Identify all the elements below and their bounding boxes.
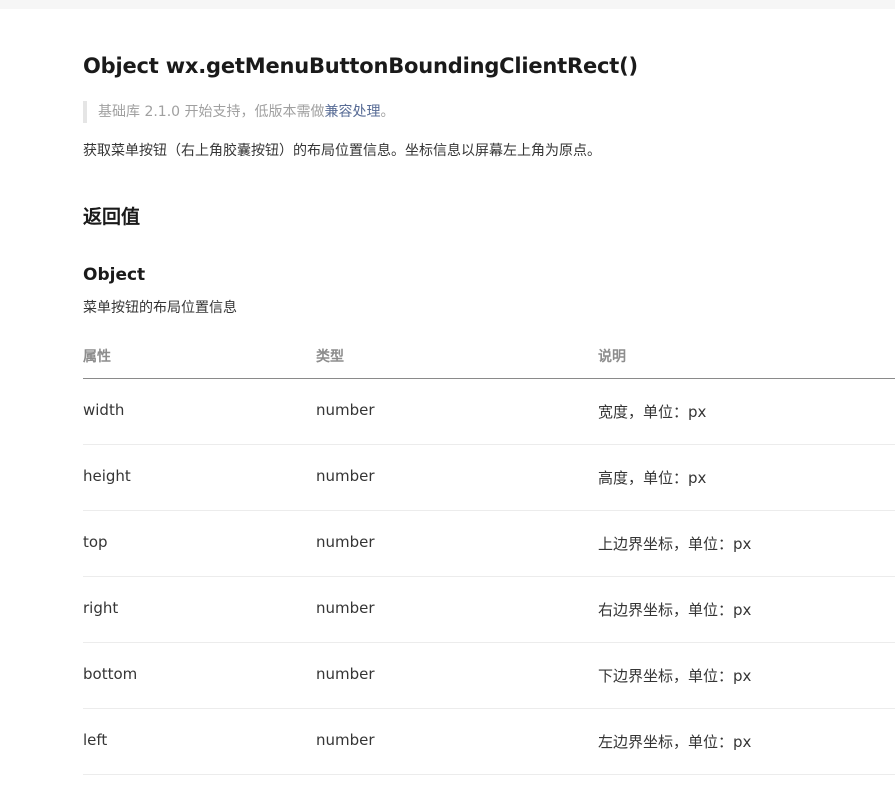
table-header: 属性 类型 说明: [83, 334, 895, 379]
top-strip: [0, 0, 895, 9]
cell-desc: 下边界坐标，单位：px: [598, 667, 752, 685]
object-description: 菜单按钮的布局位置信息: [83, 300, 237, 316]
cell-attr: width: [83, 401, 125, 419]
api-title: Object wx.getMenuButtonBoundingClientRec…: [83, 54, 638, 78]
table-row: height number 高度，单位：px: [83, 445, 895, 511]
cell-type: number: [316, 401, 375, 419]
header-type: 类型: [316, 349, 344, 365]
notice-suffix: 。: [380, 104, 395, 120]
cell-desc: 宽度，单位：px: [598, 403, 707, 421]
version-notice: 基础库 2.1.0 开始支持，低版本需做兼容处理。: [83, 101, 395, 123]
cell-attr: right: [83, 599, 119, 617]
properties-table: 属性 类型 说明 width number 宽度，单位：px height nu…: [83, 334, 895, 775]
cell-type: number: [316, 665, 375, 683]
table-row: bottom number 下边界坐标，单位：px: [83, 643, 895, 709]
header-desc: 说明: [598, 349, 626, 365]
cell-attr: left: [83, 731, 108, 749]
cell-type: number: [316, 533, 375, 551]
section-heading-return-value: 返回值: [83, 206, 141, 228]
cell-desc: 左边界坐标，单位：px: [598, 733, 752, 751]
cell-type: number: [316, 467, 375, 485]
cell-attr: top: [83, 533, 108, 551]
cell-type: number: [316, 731, 375, 749]
table-row: width number 宽度，单位：px: [83, 379, 895, 445]
table-row: right number 右边界坐标，单位：px: [83, 577, 895, 643]
api-description: 获取菜单按钮（右上角胶囊按钮）的布局位置信息。坐标信息以屏幕左上角为原点。: [83, 143, 601, 159]
header-attr: 属性: [83, 349, 111, 365]
cell-desc: 高度，单位：px: [598, 469, 707, 487]
cell-attr: height: [83, 467, 131, 485]
notice-text: 基础库 2.1.0 开始支持，低版本需做: [98, 104, 325, 120]
cell-desc: 上边界坐标，单位：px: [598, 535, 752, 553]
cell-type: number: [316, 599, 375, 617]
object-heading: Object: [83, 265, 146, 285]
table-row: left number 左边界坐标，单位：px: [83, 709, 895, 775]
cell-attr: bottom: [83, 665, 138, 683]
table-row: top number 上边界坐标，单位：px: [83, 511, 895, 577]
cell-desc: 右边界坐标，单位：px: [598, 601, 752, 619]
compatibility-link[interactable]: 兼容处理: [325, 104, 381, 120]
